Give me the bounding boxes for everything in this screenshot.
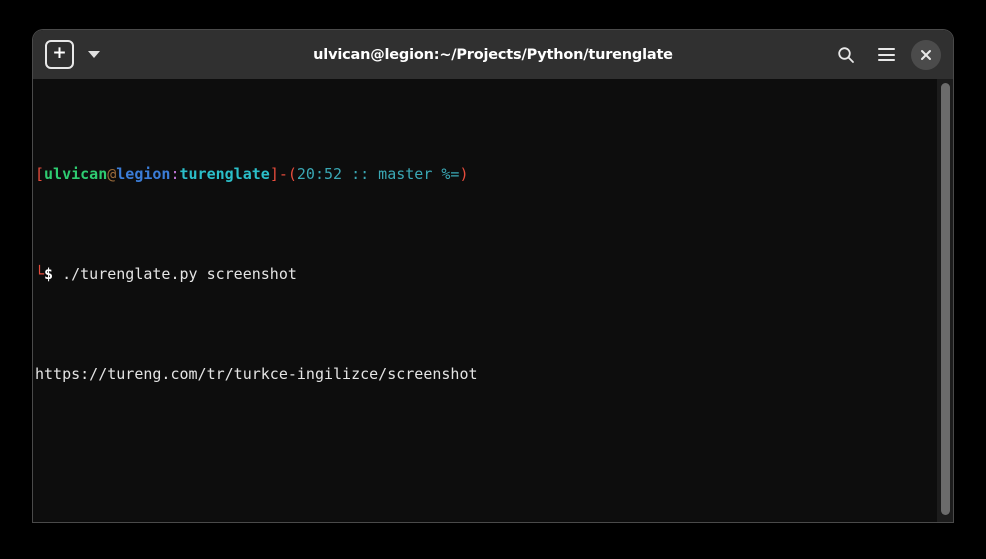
titlebar-left-controls: + — [45, 40, 107, 69]
plus-icon: + — [52, 43, 67, 63]
close-icon — [921, 49, 931, 60]
output-blank-line — [35, 464, 649, 484]
typed-command: ./turenglate.py screenshot — [53, 265, 297, 283]
terminal-window: + ulvican@legion:~/Projects/Python/turen… — [33, 30, 953, 522]
prompt-colon: : — [170, 165, 180, 183]
menu-button[interactable] — [871, 40, 901, 70]
search-icon — [838, 46, 854, 63]
terminal-output: [ulvican@legion:turenglate]-(20:52 :: ma… — [33, 79, 649, 522]
prompt-host: legion — [116, 165, 171, 183]
window-title: ulvican@legion:~/Projects/Python/turengl… — [313, 46, 673, 63]
prompt-close-paren: ) — [459, 165, 469, 183]
prompt-corner-icon: └ — [35, 265, 45, 283]
new-tab-dropdown-button[interactable] — [81, 40, 107, 69]
prompt-dollar: $ — [44, 265, 54, 283]
terminal-body[interactable]: [ulvican@legion:turenglate]-(20:52 :: ma… — [33, 79, 953, 522]
prompt-line-1: [ulvican@legion:turenglate]-(20:52 :: ma… — [35, 164, 649, 184]
command-line-1: └$ ./turenglate.py screenshot — [35, 264, 649, 284]
titlebar-right-controls — [831, 39, 941, 70]
chevron-down-icon — [88, 51, 100, 58]
new-tab-button[interactable]: + — [45, 40, 74, 69]
close-window-button[interactable] — [911, 39, 941, 70]
hamburger-menu-icon — [877, 48, 895, 61]
prompt-user: ulvican — [44, 165, 108, 183]
search-button[interactable] — [831, 40, 861, 70]
prompt-close-bracket: ]-( — [269, 165, 297, 183]
output-url-line: https://tureng.com/tr/turkce-ingilizce/s… — [35, 365, 478, 383]
terminal-scrollbar-thumb[interactable] — [941, 83, 950, 515]
prompt-git-info: 20:52 :: master %= — [296, 165, 460, 183]
title-bar: + ulvican@legion:~/Projects/Python/turen… — [33, 30, 953, 79]
prompt-open-bracket: [ — [35, 165, 45, 183]
prompt-directory: turenglate — [179, 165, 270, 183]
terminal-scrollbar-track[interactable] — [937, 79, 953, 522]
prompt-at-symbol: @ — [107, 165, 117, 183]
